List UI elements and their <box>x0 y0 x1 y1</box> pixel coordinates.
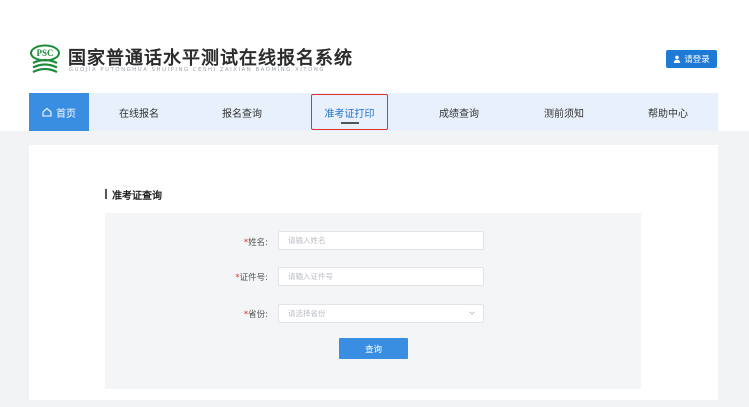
query-button[interactable]: 查询 <box>339 338 408 359</box>
nav-item-help-center[interactable]: 帮助中心 <box>628 93 708 131</box>
nav-label: 成绩查询 <box>439 108 479 120</box>
id-label: *证件号: <box>224 271 268 283</box>
chevron-down-icon <box>469 311 475 315</box>
nav-label: 首页 <box>56 108 76 120</box>
psc-logo-icon: PSC <box>30 44 60 73</box>
name-field[interactable]: 请输入姓名 <box>278 231 484 250</box>
section-title-marker <box>105 189 107 199</box>
nav-label: 在线报名 <box>119 108 159 120</box>
id-label-text: 证件号: <box>239 273 268 283</box>
name-label-text: 姓名: <box>248 238 268 248</box>
province-label: *省份: <box>230 308 268 320</box>
province-label-text: 省份: <box>248 310 268 320</box>
user-icon <box>674 55 681 63</box>
login-label: 请登录 <box>684 55 710 65</box>
home-icon <box>42 107 52 117</box>
active-tab-underline <box>341 122 359 124</box>
site-subtitle: GUOJIA PUTONGHUA SHUIPING CESHI ZAIXIAN … <box>69 67 326 73</box>
highlight-box <box>311 94 388 130</box>
province-placeholder: 请选择省份 <box>288 309 326 318</box>
nav-item-registration-query[interactable]: 报名查询 <box>202 93 282 131</box>
logo-text: PSC <box>36 48 53 58</box>
nav-item-score-query[interactable]: 成绩查询 <box>419 93 499 131</box>
site-header: PSC 国家普通话水平测试在线报名系统 GUOJIA PUTONGHUA SHU… <box>0 0 749 93</box>
name-placeholder: 请输入姓名 <box>288 236 326 245</box>
nav-item-pre-test-notice[interactable]: 测前须知 <box>524 93 604 131</box>
nav-item-home[interactable]: 首页 <box>29 93 89 131</box>
name-label: *姓名: <box>230 236 268 248</box>
nav-label: 报名查询 <box>222 108 262 120</box>
nav-item-online-registration[interactable]: 在线报名 <box>99 93 179 131</box>
province-select[interactable]: 请选择省份 <box>278 304 484 323</box>
id-number-field[interactable]: 请输入证件号 <box>278 267 484 286</box>
login-button[interactable]: 请登录 <box>666 50 717 68</box>
nav-label: 帮助中心 <box>648 108 688 120</box>
id-placeholder: 请输入证件号 <box>288 272 333 281</box>
section-title: 准考证查询 <box>112 191 162 202</box>
query-button-label: 查询 <box>364 344 382 355</box>
nav-label: 测前须知 <box>544 108 584 120</box>
